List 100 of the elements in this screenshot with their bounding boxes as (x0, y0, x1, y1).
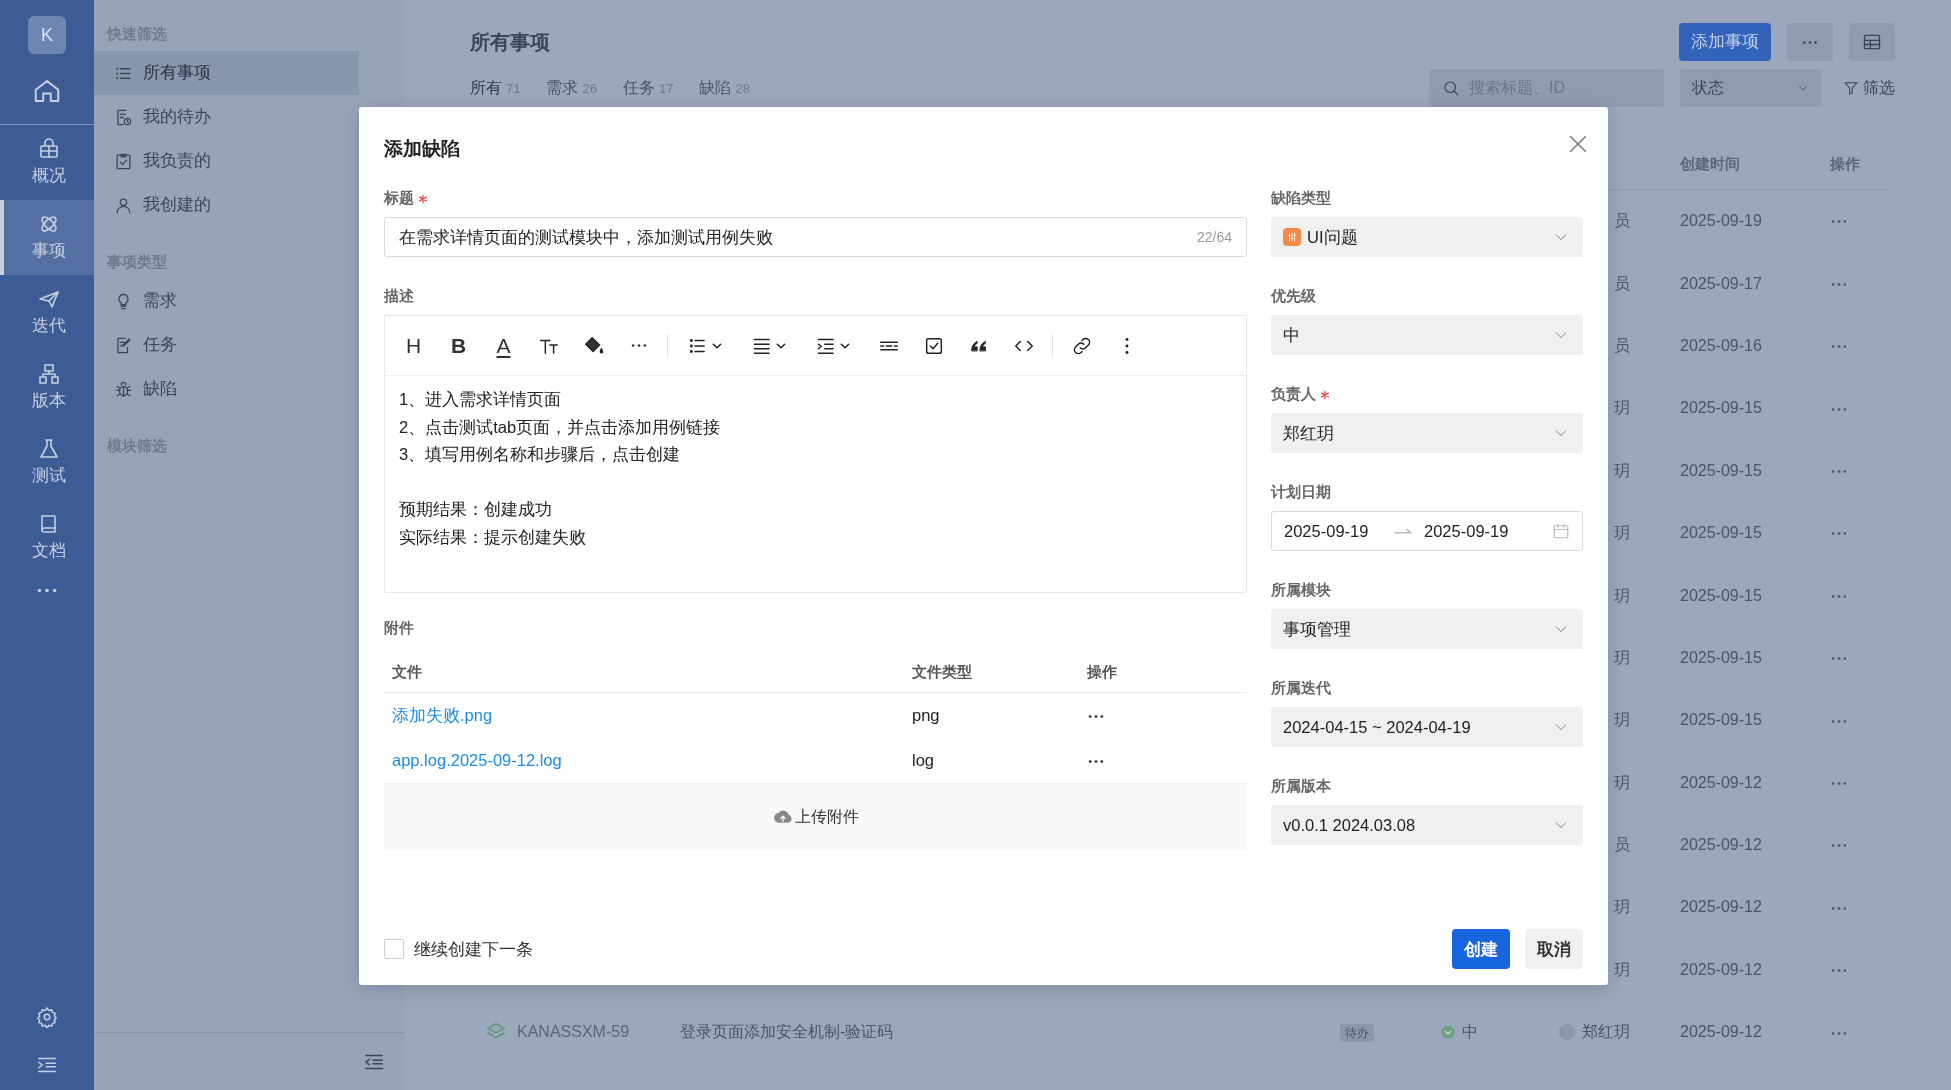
nav-item[interactable]: 概况 (0, 125, 94, 200)
checkbox[interactable] (384, 939, 404, 959)
status-select[interactable]: 状态 (1680, 69, 1821, 107)
search-icon (1442, 79, 1460, 97)
filter-item[interactable]: 任务 (94, 323, 359, 367)
cancel-button[interactable]: 取消 (1525, 929, 1583, 969)
created-date: 2025-09-15 (1680, 399, 1762, 417)
created-date: 2025-09-12 (1680, 773, 1762, 791)
file-link[interactable]: app.log.2025-09-12.log (392, 748, 562, 773)
field-label: 所属迭代 (1271, 679, 1331, 699)
nav-item[interactable]: 迭代 (0, 275, 94, 350)
file-type: log (912, 751, 935, 770)
assignee-name: 员 (1614, 211, 1630, 232)
hierarchy-icon (37, 361, 61, 386)
date-range-field[interactable]: 2025-09-19 2025-09-19 (1271, 511, 1583, 551)
dialog-title: 添加缺陷 (384, 136, 460, 161)
filter-button[interactable]: 筛选 (1843, 76, 1895, 100)
assignee-name: 玥 (1614, 772, 1630, 793)
create-button[interactable]: 创建 (1452, 929, 1510, 969)
filter-item[interactable]: 缺陷 (94, 367, 359, 411)
bag-icon (37, 136, 61, 161)
assignee-name: 玥 (1614, 647, 1630, 668)
description-line: 2、点击测试tab页面，并点击添加用例链接 (399, 416, 722, 438)
nav-item[interactable]: 文档 (0, 500, 94, 575)
filter-item[interactable]: 我负责的 (94, 139, 359, 183)
add-button[interactable]: 添加事项 (1679, 23, 1771, 61)
select-field[interactable]: 中 (1271, 315, 1583, 355)
select-field[interactable]: 郑红玥 (1271, 413, 1583, 453)
description-line: 3、填写用例名称和步骤后，点击创建 (399, 444, 682, 465)
select-field[interactable]: v0.0.1 2024.03.08 (1271, 805, 1583, 845)
filter-icon (1843, 80, 1859, 96)
clipboard-check-icon (114, 151, 133, 171)
assignee-name: 玥 (1614, 710, 1630, 731)
created-date: 2025-09-19 (1680, 212, 1762, 230)
field-label: 描述 (384, 287, 414, 307)
assignee-name: 玥 (1614, 897, 1630, 918)
nav-item[interactable]: 事项 (0, 200, 94, 275)
filter-item[interactable]: 我创建的 (94, 183, 359, 227)
nav-item[interactable]: 版本 (0, 350, 94, 425)
document-clock-icon (114, 107, 133, 127)
select-field[interactable]: 2024-04-15 ~ 2024-04-19 (1271, 707, 1583, 747)
format-button[interactable]: H (391, 327, 436, 364)
created-date: 2025-09-12 (1680, 836, 1762, 854)
format-button[interactable]: A (481, 327, 526, 364)
created-date: 2025-09-17 (1680, 274, 1762, 292)
assignee-name: 玥 (1614, 585, 1630, 606)
field-label: 负责人 (1271, 385, 1316, 405)
assignee-name: 郑红玥 (1582, 1022, 1630, 1043)
format-button[interactable]: B (436, 327, 481, 364)
more-icon[interactable] (1087, 759, 1105, 765)
filter-item[interactable]: 所有事项 (94, 51, 359, 95)
flask-icon (37, 436, 61, 461)
assignee-name: 员 (1614, 273, 1630, 294)
created-date: 2025-09-16 (1680, 336, 1762, 354)
assignee-name: 玥 (1614, 460, 1630, 481)
more-icon (1802, 39, 1818, 45)
column-header: 操作 (1830, 154, 1861, 175)
created-date: 2025-09-12 (1680, 960, 1762, 978)
more-icon[interactable] (629, 343, 648, 348)
file-link[interactable]: 添加失败.png (392, 703, 493, 728)
assignee-name: 玥 (1614, 398, 1630, 419)
created-date: 2025-09-15 (1680, 586, 1762, 604)
assignee-name: 玥 (1614, 523, 1630, 544)
column-header: 文件类型 (912, 662, 973, 682)
description-line: 1、进入需求详情页面 (399, 389, 563, 410)
field-label: 所属模块 (1271, 581, 1331, 601)
select-field[interactable]: UI问题 (1271, 217, 1583, 257)
field-label: 计划日期 (1271, 483, 1331, 503)
assignee-name: 玥 (1614, 959, 1630, 980)
checkbox-label: 继续创建下一条 (414, 938, 533, 960)
table-view-button[interactable] (1849, 23, 1895, 61)
more-icon[interactable] (1087, 714, 1105, 720)
priority-icon (1440, 1024, 1456, 1041)
page-title: 所有事项 (470, 30, 550, 55)
logo: K (28, 16, 66, 54)
assignee-name: 员 (1614, 835, 1630, 856)
paint-bucket-icon[interactable] (582, 334, 605, 357)
status-tag: 待办 (1340, 1024, 1374, 1043)
issue-key: KANASSXM-59 (517, 1020, 630, 1045)
assignee-name: 员 (1614, 335, 1630, 356)
nav-item[interactable]: 测试 (0, 425, 94, 500)
description-line: 实际结果：提示创建失败 (399, 526, 587, 548)
rich-text-editor[interactable]: H B A 1、进入需求详情页面 2、点击测试tab页面，并点击添加用例链接 3、填写用例名称和步骤后，点击创建 预期结果：创建成功 实际结果：提示创建失败 (384, 315, 1247, 593)
column-header: 文件 (392, 662, 423, 682)
filter-item[interactable]: 需求 (94, 279, 359, 323)
created-date: 2025-09-15 (1680, 648, 1762, 666)
title-field[interactable]: 在需求详情页面的测试模块中，添加测试用例失败 22/64 (384, 217, 1247, 257)
created-date: 2025-09-12 (1680, 1023, 1762, 1041)
table-icon (1862, 32, 1882, 52)
issue-title: 登录页面添加安全机制-验证码 (680, 1023, 894, 1041)
upload-button[interactable]: 上传附件 (772, 805, 859, 829)
field-label: 缺陷类型 (1271, 189, 1331, 209)
created-date: 2025-09-15 (1680, 711, 1762, 729)
created-date: 2025-09-15 (1680, 461, 1762, 479)
select-field[interactable]: 事项管理 (1271, 609, 1583, 649)
column-header: 操作 (1087, 662, 1118, 682)
bug-icon (114, 379, 133, 399)
field-label: 优先级 (1271, 287, 1316, 307)
settings-icon[interactable] (36, 1006, 58, 1028)
filter-item[interactable]: 我的待办 (94, 95, 359, 139)
